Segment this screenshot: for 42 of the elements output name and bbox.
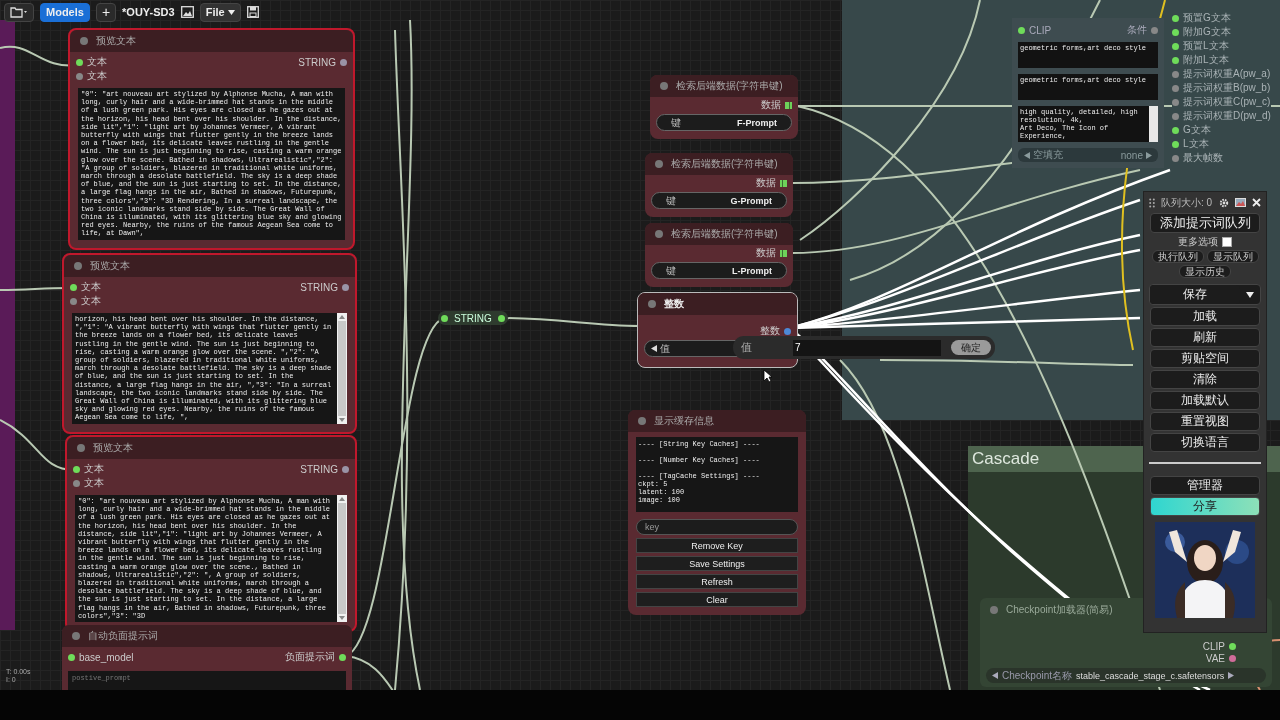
node-title: 整数 — [664, 297, 684, 311]
node-title: 预览文本 — [93, 441, 133, 455]
slot-label: base_model — [79, 651, 134, 663]
node-title: 自动负面提示词 — [88, 629, 158, 643]
slot-label: G文本 — [1183, 123, 1211, 137]
slot-label: STRING — [298, 56, 336, 68]
slot-label: 文本 — [81, 280, 101, 294]
option-label: 更多选项 — [1178, 234, 1218, 249]
slot-label: CLIP — [1202, 640, 1225, 652]
slot-label: CLIP — [1029, 24, 1052, 36]
slot-label: 附加L文本 — [1183, 53, 1229, 67]
node-title: Checkpoint加载器(简易) — [1006, 603, 1113, 617]
slot-label: 最大帧数 — [1183, 151, 1223, 165]
slot-label: 附加G文本 — [1183, 25, 1231, 39]
slot-label: STRING — [300, 281, 338, 293]
slot-label: 文本 — [84, 462, 104, 476]
node-title: 预览文本 — [96, 34, 136, 48]
queue-size: 队列大小: 0 — [1161, 195, 1213, 210]
slot-label: 提示词权重A(pw_a) — [1183, 67, 1271, 81]
slot-label: 文本 — [81, 294, 101, 308]
slot-label: 文本 — [84, 476, 104, 490]
slot-label: 提示词权重C(pw_c) — [1183, 95, 1271, 109]
slot-label: 数据 — [761, 98, 781, 112]
slot-label: 整数 — [760, 324, 780, 338]
slot-label: 文本 — [87, 55, 107, 69]
slot-label: 负面提示词 — [285, 650, 335, 664]
slot-label: 提示词权重B(pw_b) — [1183, 81, 1271, 95]
node-title: 显示缓存信息 — [654, 414, 714, 428]
slot-label: 条件 — [1127, 23, 1147, 37]
slot-label: 预置L文本 — [1183, 39, 1229, 53]
slot-label: 数据 — [756, 176, 776, 190]
node-title: 预览文本 — [90, 259, 130, 273]
node-title: 检索后端数据(字符串键) — [671, 157, 778, 171]
node-title: 检索后端数据(字符串键) — [676, 79, 783, 93]
slot-label: 提示词权重D(pw_d) — [1183, 109, 1271, 123]
slot-label: L文本 — [1183, 137, 1209, 151]
slot-label: STRING — [300, 463, 338, 475]
slot-label: VAE — [1205, 652, 1225, 664]
slot-label: 文本 — [87, 69, 107, 83]
node-title: 检索后端数据(字符串键) — [671, 227, 778, 241]
slot-label: 数据 — [756, 246, 776, 260]
slot-label: 预置G文本 — [1183, 11, 1231, 25]
